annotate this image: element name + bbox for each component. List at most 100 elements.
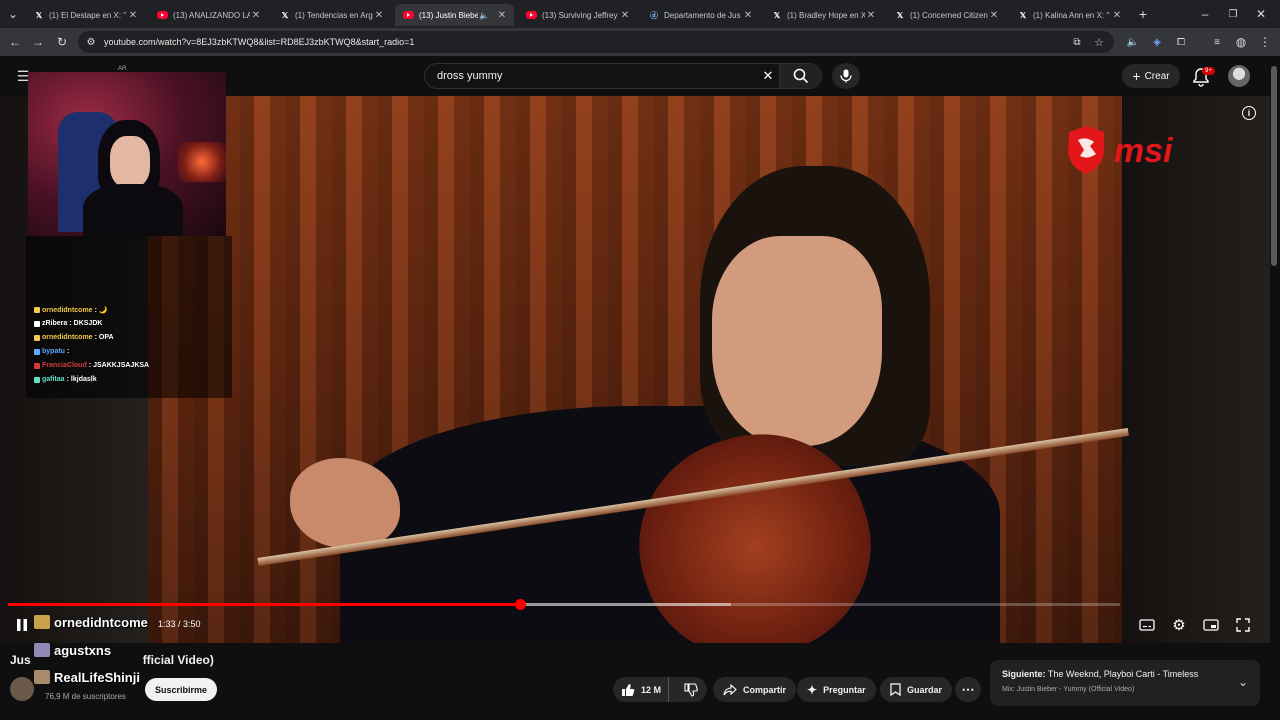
- lamp-glow: [178, 142, 226, 182]
- search-button[interactable]: [779, 64, 821, 88]
- new-tab-icon[interactable]: +: [1134, 5, 1152, 23]
- alert-name: ornedidntcome: [54, 614, 148, 630]
- tab-close-icon[interactable]: ✕: [865, 10, 877, 21]
- progress-bar[interactable]: [8, 599, 1120, 610]
- chat-badge-icon: [34, 307, 40, 313]
- browser-tab[interactable]: 𝕏 (1) El Destape en X: " ✕: [26, 4, 145, 26]
- chat-text: lkjdaslk: [70, 376, 97, 383]
- tab-label: (1) Kalina Ann en X: ": [1033, 10, 1110, 20]
- youtube-icon: [526, 11, 537, 19]
- search-icon: [793, 68, 808, 84]
- chat-username: gafitaa: [42, 376, 65, 383]
- chat-separator: :: [94, 306, 97, 314]
- tab-close-icon[interactable]: ✕: [988, 10, 1000, 21]
- up-next-card[interactable]: Siguiente: The Weeknd, Playboi Carti - T…: [990, 660, 1260, 706]
- save-button[interactable]: Guardar: [880, 677, 953, 702]
- site-info-icon[interactable]: ⚙: [82, 33, 100, 51]
- tab-close-icon[interactable]: ✕: [250, 10, 262, 21]
- youtube-icon: [157, 11, 168, 19]
- extensions-puzzle-icon[interactable]: ⧠: [1172, 33, 1190, 51]
- extension-icon[interactable]: ◈: [1148, 33, 1166, 51]
- plus-icon: +: [1132, 68, 1141, 84]
- dislike-button[interactable]: [675, 677, 707, 702]
- alert-row: RealLifeShinji: [34, 667, 140, 687]
- page-scrollbar[interactable]: [1271, 66, 1277, 266]
- msi-logo: msi: [1068, 126, 1174, 174]
- create-button[interactable]: + Crear: [1122, 64, 1180, 88]
- tab-audio-icon[interactable]: 🔈: [1124, 33, 1142, 51]
- forward-icon[interactable]: →: [29, 33, 47, 51]
- progress-scrubber[interactable]: [514, 599, 526, 610]
- chat-text: DKSJDK: [73, 320, 103, 327]
- minimize-icon[interactable]: –: [1196, 5, 1214, 23]
- browser-tab[interactable]: (13) Surviving Jeffrey ✕: [518, 4, 637, 26]
- ask-button[interactable]: ✦ Preguntar: [797, 677, 876, 702]
- chevron-down-icon[interactable]: ⌄: [1234, 673, 1252, 691]
- browser-menu-icon[interactable]: ⋮: [1256, 33, 1274, 51]
- browser-tab[interactable]: 𝕏 (1) Tendencias en Arg ✕: [272, 4, 391, 26]
- profile-icon[interactable]: ◍: [1232, 33, 1250, 51]
- tab-close-icon[interactable]: ✕: [373, 10, 385, 21]
- tab-label: (13) Surviving Jeffrey: [542, 10, 618, 20]
- back-icon[interactable]: ←: [6, 33, 24, 51]
- browser-tab[interactable]: (13) Justin Bieber 🔈 ✕: [395, 4, 514, 26]
- chat-badge-icon: [34, 362, 40, 369]
- chat-separator: :: [66, 376, 69, 383]
- tab-close-icon[interactable]: ✕: [619, 10, 631, 21]
- chat-text: JSAKKJSAJKSA: [93, 362, 150, 369]
- subscribe-button[interactable]: Suscribirme: [145, 678, 217, 701]
- tab-label: Departamento de Jus: [664, 10, 741, 20]
- browser-tab[interactable]: (13) ANALIZANDO LA ✕: [149, 4, 268, 26]
- alert-badge-icon: [34, 670, 50, 684]
- browser-tab[interactable]: 𝕏 (1) Concerned Citizen ✕: [887, 4, 1006, 26]
- progress-played: [8, 603, 520, 606]
- media-controls-icon[interactable]: ≡: [1208, 33, 1226, 51]
- window-close-icon[interactable]: ✕: [1252, 5, 1270, 23]
- voice-search-button[interactable]: [832, 63, 860, 89]
- x-logo-icon: 𝕏: [1019, 10, 1027, 20]
- restore-icon[interactable]: ❐: [1224, 5, 1242, 23]
- search-input[interactable]: [437, 70, 757, 82]
- title-left: Jus: [10, 653, 31, 667]
- miniplayer-icon[interactable]: [1202, 616, 1220, 634]
- browser-toolbar: ← → ↻ ⚙ youtube.com/watch?v=8EJ3zbKTWQ8&…: [0, 28, 1280, 56]
- thumbs-down-icon: [684, 682, 699, 697]
- sparkle-icon: ✦: [807, 682, 818, 697]
- tab-label: (13) Justin Bieber: [419, 10, 478, 20]
- account-avatar[interactable]: [1228, 65, 1250, 87]
- more-actions-icon[interactable]: ⋯: [955, 677, 981, 702]
- address-bar[interactable]: ⚙ youtube.com/watch?v=8EJ3zbKTWQ8&list=R…: [78, 31, 1114, 53]
- chat-message: bypatu:: [34, 348, 71, 355]
- bookmark-star-icon[interactable]: ☆: [1090, 33, 1108, 51]
- chat-message: gafitaa: lkjdaslk: [34, 376, 97, 383]
- tab-close-icon[interactable]: ✕: [127, 10, 139, 21]
- tab-search-icon[interactable]: ⌄: [4, 5, 22, 23]
- reload-icon[interactable]: ↻: [53, 33, 71, 51]
- install-app-icon[interactable]: ⧉: [1068, 33, 1086, 51]
- bookmark-icon: [890, 683, 901, 696]
- browser-tab[interactable]: ⓓ Departamento de Jus ✕: [641, 4, 760, 26]
- subscriber-count: 76,9 M de suscriptores: [45, 692, 126, 701]
- info-icon[interactable]: i: [1242, 106, 1256, 120]
- tab-audio-playing-icon[interactable]: 🔈: [478, 11, 490, 20]
- up-next-title: Siguiente: The Weeknd, Playboi Carti - T…: [1002, 669, 1198, 679]
- x-logo-icon: 𝕏: [281, 10, 289, 20]
- channel-avatar[interactable]: [10, 677, 34, 701]
- tab-close-icon[interactable]: ✕: [742, 10, 754, 21]
- clear-search-icon[interactable]: ✕: [759, 67, 777, 85]
- like-button[interactable]: 12 M: [613, 677, 670, 702]
- pause-icon[interactable]: [14, 617, 30, 633]
- settings-gear-icon[interactable]: ⚙: [1170, 616, 1188, 634]
- ask-label: Preguntar: [823, 684, 866, 695]
- browser-tab[interactable]: 𝕏 (1) Bradley Hope en X ✕: [764, 4, 883, 26]
- fullscreen-icon[interactable]: [1234, 616, 1252, 634]
- alert-badge-icon: [34, 615, 50, 629]
- browser-tab[interactable]: 𝕏 (1) Kalina Ann en X: " ✕: [1010, 4, 1129, 26]
- chat-username: bypatu: [42, 348, 65, 355]
- share-button[interactable]: Compartir: [713, 677, 797, 702]
- tab-close-icon[interactable]: ✕: [1111, 10, 1123, 21]
- msi-brand-text: msi: [1114, 132, 1174, 170]
- tab-close-icon[interactable]: ✕: [496, 10, 508, 21]
- subtitles-icon[interactable]: [1138, 616, 1156, 634]
- stream-chat-overlay: ornedidntcome: 🌙 zRibera: DKSJDK ornedidntco…: [26, 236, 232, 398]
